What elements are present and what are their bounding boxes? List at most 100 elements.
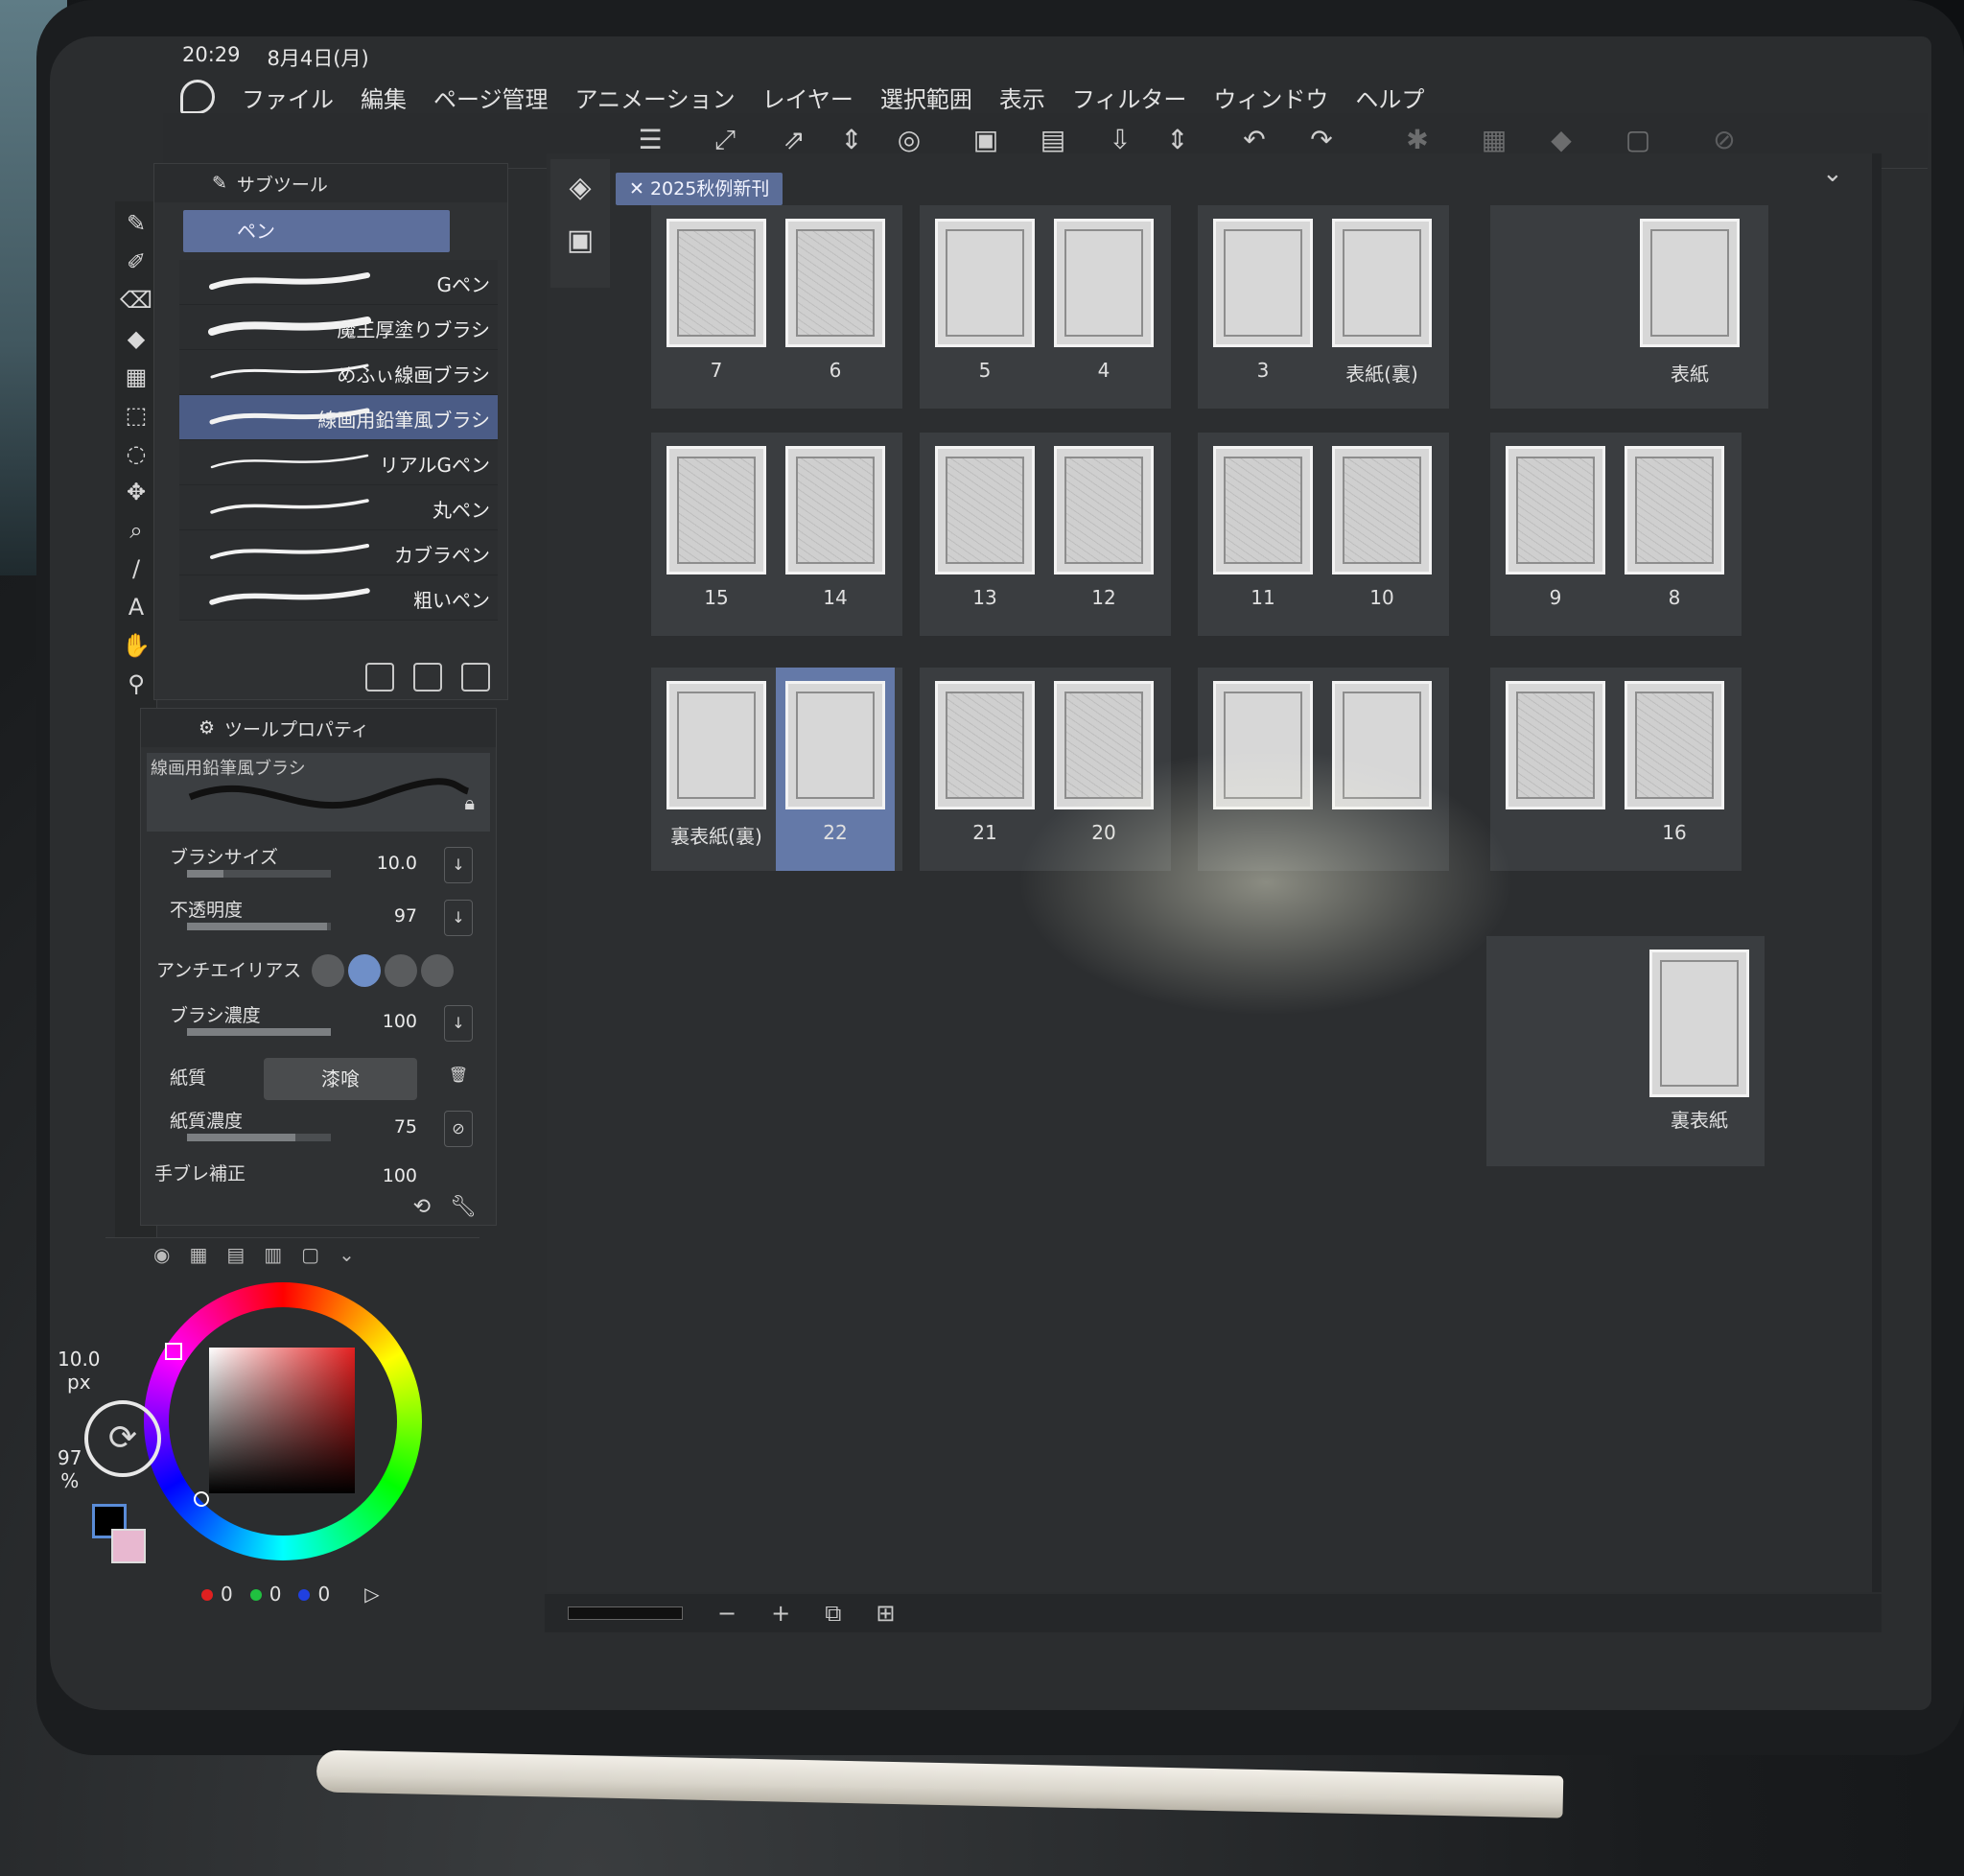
sub-color-swatch[interactable] [111, 1529, 146, 1563]
page-thumbnail[interactable] [785, 681, 885, 809]
opacity-dynamics-icon[interactable]: ↓ [444, 900, 473, 936]
brush-size-row[interactable]: ブラシサイズ 10.0 ↓ [149, 839, 488, 892]
page-thumbnail[interactable] [1213, 219, 1313, 347]
paper-density-dynamics-icon[interactable]: ⊘ [444, 1111, 473, 1147]
page-thumbnail[interactable] [666, 446, 766, 575]
approximate-color-tab-icon[interactable]: ▢ [301, 1243, 319, 1266]
layer-icon[interactable]: ◈ [550, 171, 610, 204]
menu-selection[interactable]: 選択範囲 [880, 81, 972, 114]
zoom-out-button[interactable]: − [717, 1600, 736, 1627]
color-wheel-tab-icon[interactable]: ◉ [153, 1243, 170, 1266]
delete-subtool-icon[interactable] [461, 663, 490, 692]
brush-density-slider[interactable] [187, 1028, 331, 1036]
crop-icon[interactable]: ▦ [1477, 123, 1511, 157]
menu-page-management[interactable]: ページ管理 [433, 81, 549, 114]
page-thumbnail[interactable] [1625, 681, 1724, 809]
brush-item[interactable]: リアルGペン [179, 440, 498, 485]
antialias-strong[interactable] [421, 954, 454, 987]
save-icon[interactable]: ⇩ [1103, 123, 1137, 157]
paper-density-slider[interactable] [187, 1134, 331, 1141]
brush-tool-icon[interactable]: ✐ [119, 246, 153, 278]
antialias-none[interactable] [312, 954, 344, 987]
hand-tool-icon[interactable]: ✋ [119, 629, 153, 662]
fit-page-icon[interactable]: ⧉ [825, 1600, 841, 1627]
page-thumbnail[interactable] [1506, 446, 1605, 575]
menu-help[interactable]: ヘルプ [1355, 81, 1424, 114]
document-tab[interactable]: ✕ 2025秋例新刊 [616, 173, 783, 205]
page-thumbnail[interactable] [1332, 446, 1432, 575]
brush-item[interactable]: 魔王厚塗りブラシ [179, 305, 498, 350]
opacity-slider[interactable] [187, 923, 331, 930]
duplicate-subtool-icon[interactable] [413, 663, 442, 692]
page-thumbnail[interactable] [935, 446, 1035, 575]
page-thumbnail[interactable] [785, 446, 885, 575]
brush-size-value[interactable]: 10.0 [377, 853, 417, 874]
menu-edit[interactable]: 編集 [361, 81, 407, 114]
zoom-tool-icon[interactable]: ⌕ [119, 514, 153, 547]
swap-colors-icon[interactable]: ⟳ [84, 1400, 161, 1477]
play-icon[interactable]: ▷ [364, 1583, 379, 1606]
brush-size-dynamics-icon[interactable]: ↓ [444, 847, 473, 883]
open-folder-icon[interactable]: ▤ [1036, 123, 1070, 157]
export-icon[interactable]: ⇗ [777, 123, 811, 157]
transform-icon[interactable]: ✱ [1400, 123, 1435, 157]
paper-select[interactable]: 漆喰 [264, 1058, 417, 1100]
undo-icon[interactable]: ↶ [1237, 123, 1272, 157]
menu-window[interactable]: ウィンドウ [1213, 81, 1328, 114]
fit-screen-icon[interactable]: ⤢ [708, 123, 742, 157]
page-thumbnail[interactable] [1332, 219, 1432, 347]
lasso-tool-icon[interactable]: ◌ [119, 437, 153, 470]
brush-item[interactable]: 丸ペン [179, 485, 498, 530]
color-history-tab-icon[interactable]: ▤ [226, 1243, 245, 1266]
color-set-tab-icon[interactable]: ▥ [264, 1243, 282, 1266]
brush-density-value[interactable]: 100 [383, 1011, 417, 1032]
paper-delete-icon[interactable]: 🗑︎ [444, 1058, 473, 1094]
page-thumbnail[interactable] [666, 219, 766, 347]
color-panel-menu-icon[interactable]: ⌄ [339, 1243, 355, 1266]
page-thumbnail[interactable] [1213, 446, 1313, 575]
color-picker-marker[interactable] [194, 1491, 209, 1507]
menu-file[interactable]: ファイル [242, 81, 334, 114]
page-thumbnail[interactable] [1054, 219, 1154, 347]
opacity-value[interactable]: 97 [394, 905, 417, 926]
page-thumbnail[interactable] [1054, 446, 1154, 575]
fill-icon[interactable]: ◆ [1544, 123, 1578, 157]
menu-layer[interactable]: レイヤー [762, 81, 853, 114]
spread-view-icon[interactable]: ⊞ [876, 1600, 895, 1627]
antialias-medium[interactable] [385, 954, 417, 987]
pen-tool-icon[interactable]: ✎ [119, 207, 153, 240]
paper-density-value[interactable]: 75 [394, 1116, 417, 1137]
opacity-row[interactable]: 不透明度 97 ↓ [149, 892, 488, 945]
paper-density-row[interactable]: 紙質濃度 75 ⊘ [149, 1103, 488, 1156]
menu-view[interactable]: 表示 [999, 81, 1045, 114]
close-tab-icon[interactable]: ✕ [629, 178, 650, 199]
menu-animation[interactable]: アニメーション [575, 81, 736, 114]
stabilization-row[interactable]: 手ブレ補正 100 [149, 1156, 488, 1198]
page-thumbnail[interactable] [785, 219, 885, 347]
tool-property-tab[interactable]: ⚙ ツールプロパティ [141, 709, 496, 747]
brush-item[interactable]: Gペン [179, 260, 498, 305]
page-thumbnail[interactable] [1640, 219, 1740, 347]
figure-tool-icon[interactable]: ∕ [119, 552, 153, 585]
page-thumbnail[interactable] [1625, 446, 1724, 575]
page-thumbnail[interactable] [935, 219, 1035, 347]
brush-item[interactable]: 粗いペン [179, 575, 498, 621]
intermediate-color-tab-icon[interactable]: ▦ [189, 1243, 207, 1266]
saturation-value-square[interactable] [209, 1348, 355, 1493]
brush-density-row[interactable]: ブラシ濃度 100 ↓ [149, 997, 488, 1050]
move-tool-icon[interactable]: ✥ [119, 476, 153, 508]
brush-density-dynamics-icon[interactable]: ↓ [444, 1005, 473, 1042]
page-thumbnail[interactable] [1506, 681, 1605, 809]
collapse-chevron-icon[interactable]: ⌄ [1822, 159, 1843, 188]
eyedropper-tool-icon[interactable]: ⚲ [119, 668, 153, 700]
menu-filter[interactable]: フィルター [1072, 81, 1187, 114]
brush-item[interactable]: カブラペン [179, 530, 498, 575]
fill-tool-icon[interactable]: ◆ [119, 322, 153, 355]
clear-icon[interactable]: ⊘ [1707, 123, 1742, 157]
page-thumbnail[interactable] [935, 681, 1035, 809]
select-icon[interactable]: ▢ [1621, 123, 1655, 157]
page-thumbnail[interactable] [1649, 950, 1749, 1097]
lock-icon[interactable]: 🔒︎ [464, 791, 475, 814]
cloud-sync-icon[interactable]: ◎ [892, 123, 926, 157]
antialias-weak[interactable] [348, 954, 381, 987]
